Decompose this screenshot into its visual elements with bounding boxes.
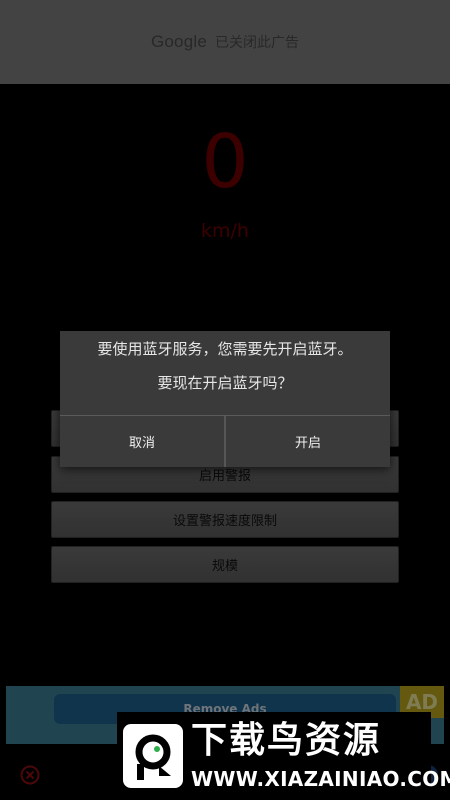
cancel-button[interactable]: 取消 bbox=[60, 416, 224, 467]
watermark-url: WWW.XIAZAINIAO.COM bbox=[191, 767, 450, 791]
dialog-message: 要使用蓝牙服务，您需要先开启蓝牙。 bbox=[97, 340, 353, 358]
enable-bluetooth-button[interactable]: 开启 bbox=[226, 416, 390, 467]
bluetooth-dialog: 要使用蓝牙服务，您需要先开启蓝牙。 要现在开启蓝牙吗？ 取消 开启 bbox=[60, 331, 390, 467]
watermark: 下载鸟资源 WWW.XIAZAINIAO.COM bbox=[117, 712, 450, 800]
watermark-title: 下载鸟资源 bbox=[191, 720, 382, 761]
app-screen: Google 已关闭此广告 0 km/h 启用警报 设置警报速度限制 规模 Re… bbox=[0, 0, 450, 800]
bird-logo-icon bbox=[123, 724, 183, 788]
dialog-question: 要现在开启蓝牙吗？ bbox=[157, 374, 293, 392]
